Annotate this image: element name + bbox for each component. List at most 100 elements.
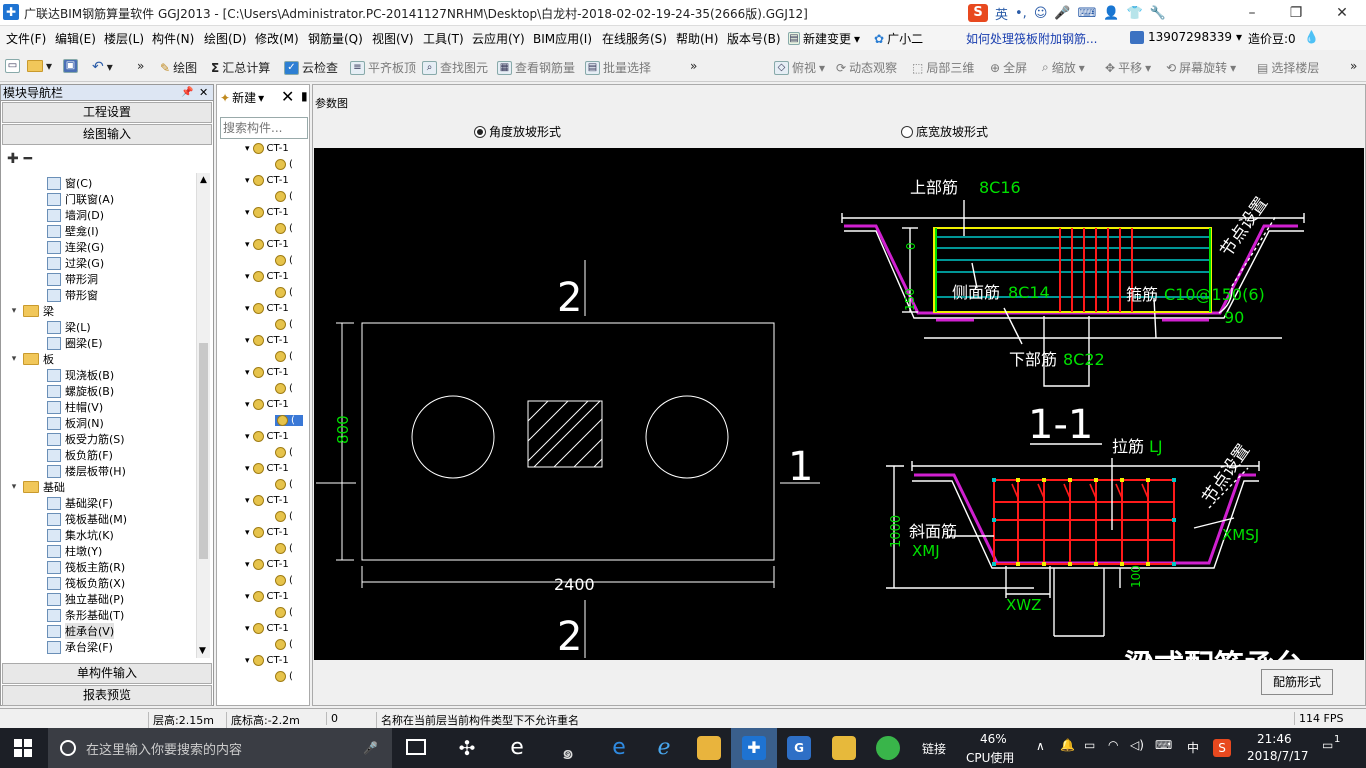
delete-icon[interactable]: ✕ [281, 87, 294, 106]
chevron-down-icon[interactable]: ▾ [245, 272, 250, 282]
tree-item[interactable]: 承台梁(F) [47, 639, 113, 655]
menu-version[interactable]: 版本号(B) [727, 30, 781, 47]
scroll-thumb[interactable] [199, 343, 208, 559]
ie-classic-icon[interactable]: e [505, 736, 529, 760]
parameter-drawing-canvas[interactable]: 2 2 1 2400 800 上部筋 8C16 节点设置 侧面筋 8C14 箍筋… [314, 148, 1364, 660]
menu-cloud[interactable]: 云应用(Y) [472, 30, 525, 47]
chevron-down-icon[interactable]: ▾ [245, 560, 250, 570]
keyboard-icon[interactable]: ⌨ [1078, 6, 1097, 21]
ggj-app-active[interactable]: ✚ [731, 728, 777, 768]
volume-icon[interactable]: ◁) [1130, 738, 1144, 752]
save-icon[interactable]: ▣ [63, 59, 78, 73]
close-button[interactable]: ✕ [1320, 2, 1364, 24]
tree-item[interactable]: 连梁(G) [47, 239, 104, 255]
radio-unselected-icon[interactable] [901, 125, 913, 138]
chevron-down-icon[interactable]: ▾ [245, 144, 250, 154]
radio-angle-slope[interactable]: 角度放坡形式 [474, 123, 561, 140]
component-group[interactable]: ▾ CT-1 [245, 655, 289, 666]
batch-select-button[interactable]: ▤ 批量选择 [585, 59, 651, 76]
report-preview-button[interactable]: 报表预览 [2, 685, 212, 706]
component-child[interactable]: ( [275, 383, 293, 394]
expand-collapse-icons[interactable]: ✚ ━ [7, 151, 32, 167]
pan-button[interactable]: ✥ 平移 ▾ [1105, 59, 1151, 76]
input-language[interactable]: 中 [1187, 739, 1199, 756]
component-child[interactable]: ( [275, 479, 293, 490]
top-view-button[interactable]: ◇ 俯视 ▾ [774, 59, 825, 76]
tree-item[interactable]: 壁龛(I) [47, 223, 99, 239]
component-group[interactable]: ▾ CT-1 [245, 143, 289, 154]
component-child[interactable]: ( [275, 255, 293, 266]
tree-item[interactable]: 桩承台(V) [47, 623, 115, 639]
green-app-icon[interactable] [876, 736, 900, 760]
pinwheel-app-icon[interactable]: ✣ [455, 736, 479, 760]
chevron-down-icon[interactable]: ▾ [245, 496, 250, 506]
component-child[interactable]: ( [275, 671, 293, 682]
ie-icon[interactable]: ℯ [652, 736, 676, 760]
sogou-icon[interactable]: S [968, 4, 988, 22]
menu-bim[interactable]: BIM应用(I) [533, 30, 592, 47]
component-group[interactable]: ▾ CT-1 [245, 559, 289, 570]
clock-time[interactable]: 21:46 [1257, 732, 1292, 746]
tree-item[interactable]: 现浇板(B) [47, 367, 114, 383]
tree-folder[interactable]: ▾ 基础 [9, 479, 65, 495]
chevron-down-icon[interactable]: ▾ [245, 304, 250, 314]
new-change-button[interactable]: ▤ 新建变更 ▾ [788, 30, 860, 47]
spiral-app-icon[interactable]: ๑ [556, 736, 580, 764]
menu-help[interactable]: 帮助(H) [676, 30, 718, 47]
assistant-button[interactable]: ✿ 广小二 [874, 30, 923, 47]
chevron-down-icon[interactable]: ▾ [9, 482, 19, 492]
wifi-icon[interactable]: ◠ [1108, 738, 1118, 752]
menu-floor[interactable]: 楼层(L) [104, 30, 144, 47]
tray-chevron-icon[interactable]: ∧ [1036, 739, 1045, 753]
component-child[interactable]: ( [275, 351, 293, 362]
component-group[interactable]: ▾ CT-1 [245, 303, 289, 314]
project-settings-button[interactable]: 工程设置 [2, 102, 212, 123]
scroll-up-icon[interactable]: ▲ [199, 175, 208, 185]
tree-item[interactable]: 带形窗 [47, 287, 98, 303]
open-folder-icon[interactable]: ▾ [27, 59, 52, 73]
new-component-button[interactable]: ✦ 新建 ▾ [220, 89, 264, 106]
menu-component[interactable]: 构件(N) [152, 30, 194, 47]
punctuation-icon[interactable]: •, [1015, 6, 1027, 21]
close-icon[interactable]: ✕ [199, 85, 208, 101]
price-beans[interactable]: 造价豆:0 [1248, 30, 1296, 47]
component-group[interactable]: ▾ CT-1 [245, 527, 289, 538]
chevron-down-icon[interactable]: ▾ [245, 656, 250, 666]
draw-input-button[interactable]: 绘图输入 [2, 124, 212, 145]
radio-selected-icon[interactable] [474, 125, 486, 138]
chevron-down-icon[interactable]: ▾ [245, 208, 250, 218]
action-center-icon[interactable]: ▭ [1322, 738, 1333, 752]
tree-item[interactable]: 板洞(N) [47, 415, 104, 431]
chevron-down-icon[interactable]: ▾ [245, 400, 250, 410]
scroll-down-icon[interactable]: ▼ [199, 646, 206, 656]
pin-icon[interactable]: 📌 [181, 85, 193, 101]
local-3d-button[interactable]: ⬚ 局部三维 [912, 59, 974, 76]
user-icon[interactable]: 👤 [1103, 6, 1119, 21]
toolbar-overflow-icon-3[interactable]: » [1350, 59, 1357, 73]
tree-item[interactable]: 门联窗(A) [47, 191, 114, 207]
taskbar-search-box[interactable]: 在这里输入你要搜索的内容 🎤 [48, 728, 392, 768]
microphone-icon[interactable]: 🎤 [363, 741, 378, 755]
restore-button[interactable]: ❐ [1274, 2, 1318, 24]
component-child[interactable]: ( [275, 447, 293, 458]
sum-button[interactable]: Σ 汇总计算 [211, 59, 270, 76]
menu-draw[interactable]: 绘图(D) [204, 30, 247, 47]
cloud-check-button[interactable]: ✓ 云检查 [284, 59, 338, 76]
chevron-down-icon[interactable]: ▾ [245, 176, 250, 186]
single-input-button[interactable]: 单构件输入 [2, 663, 212, 684]
tree-item[interactable]: 独立基础(P) [47, 591, 124, 607]
ime-language[interactable]: 英 [995, 4, 1008, 23]
tree-item[interactable]: 筏板负筋(X) [47, 575, 125, 591]
component-group[interactable]: ▾ CT-1 [245, 399, 289, 410]
tree-item[interactable]: 基础梁(F) [47, 495, 113, 511]
menu-edit[interactable]: 编辑(E) [55, 30, 96, 47]
taskbar-link-label[interactable]: 链接 [922, 740, 946, 757]
component-group[interactable]: ▾ CT-1 [245, 239, 289, 250]
notepad-app-icon[interactable] [832, 736, 856, 760]
tree-folder[interactable]: ▾ 板 [9, 351, 54, 367]
minimize-button[interactable]: – [1230, 2, 1274, 24]
menu-tools[interactable]: 工具(T) [423, 30, 464, 47]
component-group[interactable]: ▾ CT-1 [245, 431, 289, 442]
component-group[interactable]: ▾ CT-1 [245, 175, 289, 186]
component-child[interactable]: ( [275, 607, 293, 618]
